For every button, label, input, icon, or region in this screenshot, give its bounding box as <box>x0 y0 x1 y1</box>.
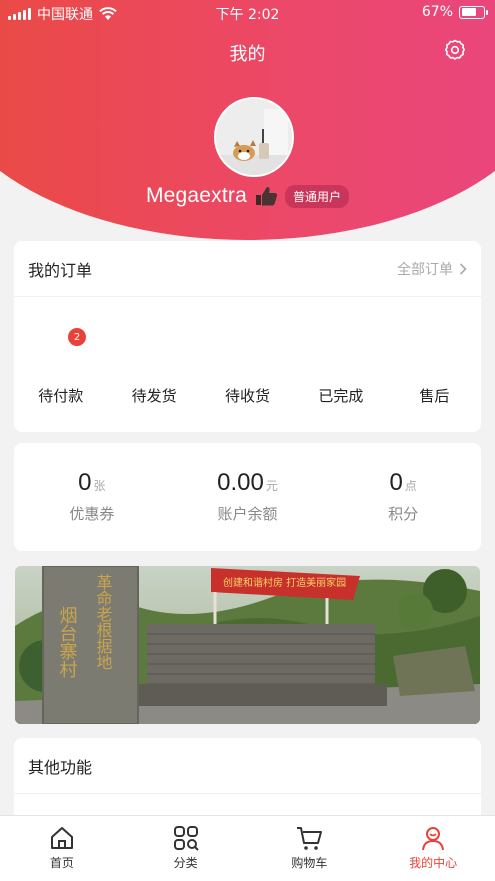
promo-banner[interactable]: 烟台寨村 革命老根据地 创建和谐村房 打造美丽家园 <box>15 566 480 724</box>
battery-percent: 67% <box>421 4 453 20</box>
avatar[interactable] <box>214 97 294 177</box>
order-label: 售后 <box>419 387 450 405</box>
tab-home[interactable]: 首页 <box>0 816 124 881</box>
username: Megaextra <box>145 184 247 207</box>
order-pending-shipment[interactable]: 待发货 <box>107 298 200 432</box>
banner-stone-right-text: 革命老根据地 <box>94 574 113 670</box>
orders-title: 我的订单 <box>28 260 93 280</box>
order-pending-payment[interactable]: 2 待付款 <box>14 298 107 432</box>
balance-label: 账户余额 <box>217 505 278 523</box>
status-bar: 中国联通 下午 2:02 67% <box>0 0 495 26</box>
bottom-tab-bar: 首页 分类 购物车 我的中心 <box>0 815 495 881</box>
orders-card: 我的订单 全部订单 2 待付款 待发货 待收货 已完成 售后 <box>14 241 481 432</box>
order-label: 待收货 <box>225 387 271 405</box>
clock-text: 下午 2:02 <box>215 7 280 23</box>
points-label: 积分 <box>388 505 419 523</box>
coupons-unit: 张 <box>93 479 106 493</box>
page-title: 我的 <box>229 44 266 65</box>
tab-my-center[interactable]: 我的中心 <box>371 816 495 881</box>
banner-stone-left-text: 烟台寨村 <box>57 606 78 678</box>
tab-category[interactable]: 分类 <box>124 816 248 881</box>
tab-home-label: 首页 <box>49 856 74 870</box>
points-stat[interactable]: 0 点 积分 <box>325 443 481 551</box>
balance-value: 0.00 <box>217 469 264 496</box>
order-pending-receipt[interactable]: 待收货 <box>201 298 294 432</box>
home-icon <box>50 827 73 849</box>
tab-cart[interactable]: 购物车 <box>248 816 372 881</box>
coupons-stat[interactable]: 0 张 优惠券 <box>14 443 170 551</box>
battery-icon <box>459 5 488 19</box>
tab-cart-label: 购物车 <box>291 856 328 870</box>
cart-icon <box>297 827 323 850</box>
thumbs-up-icon <box>256 187 278 206</box>
order-after-sales[interactable]: 售后 <box>388 298 481 432</box>
profile-page: 中国联通 下午 2:02 67% 我的 Megaextra 普通用户 我的订单 … <box>0 0 495 881</box>
points-unit: 点 <box>404 479 417 493</box>
points-value: 0 <box>389 469 403 496</box>
order-label: 待发货 <box>131 387 177 405</box>
all-orders-label: 全部订单 <box>397 261 453 278</box>
balance-stat[interactable]: 0.00 元 账户余额 <box>170 443 326 551</box>
user-icon <box>422 827 445 851</box>
role-badge: 普通用户 <box>285 184 350 208</box>
order-label: 待付款 <box>38 387 84 405</box>
coupons-label: 优惠券 <box>69 505 115 523</box>
settings-gear-icon[interactable] <box>443 38 467 62</box>
coupons-value: 0 <box>78 469 92 496</box>
banner-photo: 烟台寨村 革命老根据地 创建和谐村房 打造美丽家园 <box>15 566 480 724</box>
banner-sign-text: 创建和谐村房 打造美丽家园 <box>223 576 346 589</box>
assets-card: 0 张 优惠券 0.00 元 账户余额 0 点 积分 <box>14 443 481 551</box>
tab-my-center-label: 我的中心 <box>409 856 458 870</box>
order-label: 已完成 <box>318 387 364 405</box>
all-orders-link[interactable]: 全部订单 <box>397 259 467 279</box>
more-features-title: 其他功能 <box>28 757 93 777</box>
pending-payment-count-badge: 2 <box>68 328 86 346</box>
category-icon <box>173 826 199 851</box>
balance-unit: 元 <box>265 479 278 493</box>
order-completed[interactable]: 已完成 <box>294 298 387 432</box>
chevron-right-icon <box>459 262 467 275</box>
tab-category-label: 分类 <box>173 856 198 870</box>
